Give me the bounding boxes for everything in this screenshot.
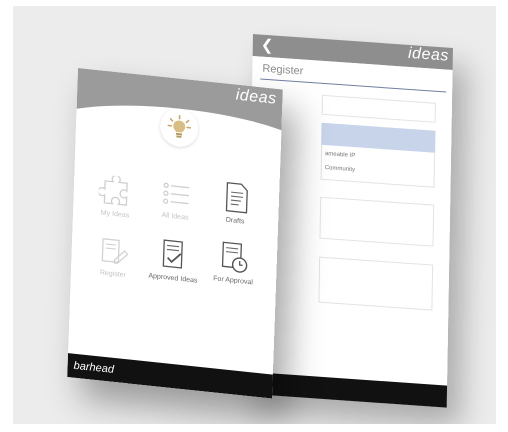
tile-for-approval[interactable]: For Approval: [207, 238, 261, 288]
list-icon: [162, 182, 190, 205]
draft-document-icon: [225, 182, 248, 214]
title-underline: [260, 78, 447, 93]
register-title: Register: [262, 62, 304, 78]
register-icon: [101, 238, 129, 264]
tile-all-ideas[interactable]: All Ideas: [149, 176, 202, 224]
mockup-scene: ❮ ideas Register ameable IP Community id…: [13, 6, 496, 424]
home-body: ideas My Ideas All Ideas Drafts Register…: [67, 68, 283, 399]
text-area[interactable]: [318, 256, 434, 311]
tile-register[interactable]: Register: [87, 233, 140, 281]
brand-logo-front: ideas: [235, 86, 277, 108]
approved-document-icon: [162, 239, 183, 269]
text-area[interactable]: [319, 196, 435, 247]
footer-logo: barhead: [73, 359, 115, 376]
text-field[interactable]: [321, 94, 436, 123]
tile-label: My Ideas: [100, 209, 130, 220]
puzzle-icon: [98, 174, 128, 206]
tile-label: All Ideas: [161, 211, 189, 222]
chevron-left-icon[interactable]: ❮: [261, 37, 274, 56]
tile-label: For Approval: [213, 275, 253, 287]
brand-logo-back: ideas: [407, 44, 449, 65]
tile-drafts[interactable]: Drafts: [209, 178, 263, 228]
clock-document-icon: [221, 241, 248, 273]
tile-label: Approved Ideas: [148, 272, 198, 285]
tile-label: Drafts: [225, 216, 245, 226]
tile-approved-ideas[interactable]: Approved Ideas: [147, 235, 201, 285]
tile-label: Register: [99, 269, 127, 280]
tile-my-ideas[interactable]: My Ideas: [89, 173, 142, 221]
home-screen-mockup: ideas My Ideas All Ideas Drafts Register…: [67, 68, 283, 399]
